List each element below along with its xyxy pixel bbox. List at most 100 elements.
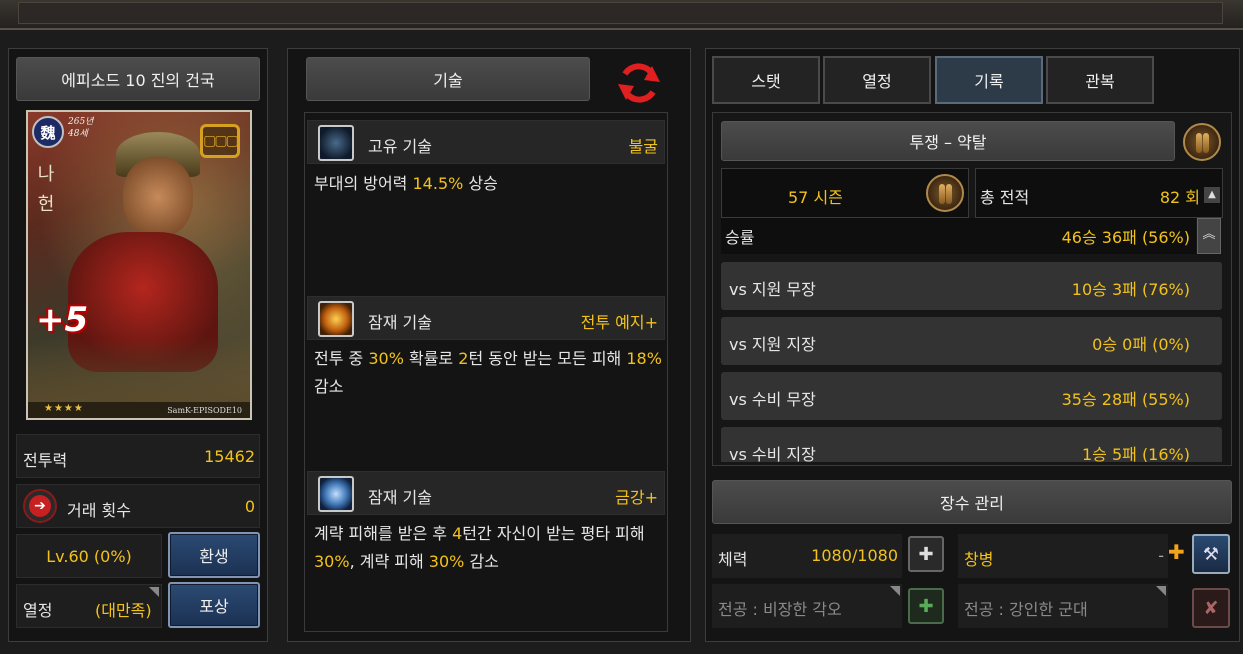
merit-2: 전공 : 강인한 군대 [964,600,1088,619]
skill-desc-potential-1: 전투 중 30% 확률로 2턴 동안 받는 모든 피해 18% 감소 [314,345,664,401]
card-years: 265년 48세 [68,117,94,139]
desc-text: 상승 [463,174,498,193]
desc-text: 전투 중 [314,349,369,368]
trade-value: 0 [244,497,255,516]
corner-marker [890,586,900,596]
win-rate-value: 46승 36패 (56%) [1061,228,1190,247]
shield-skill-icon [318,476,354,512]
enhance-level: +5 [36,300,89,340]
skill-type: 잠재 기술 [368,313,432,332]
rebirth-button[interactable]: 환생 [168,532,260,578]
hp-row: 체력 1080/1080 [712,534,902,578]
trade-row: ➔ 거래 횟수 0 [16,484,260,528]
desc-text: 감소 [464,552,499,571]
highlight-value: 2 [458,349,469,368]
tab-passion[interactable]: 열정 [823,56,931,104]
reward-button[interactable]: 포상 [168,582,260,628]
desc-text: 확률로 [403,349,459,368]
unique-skill-icon [318,125,354,161]
passion-value: (대만족) [95,601,152,620]
combat-power-row: 전투력 15462 [16,434,260,478]
trade-icon[interactable]: ➔ [23,489,57,523]
weapon-name: 창병 [964,550,994,569]
record-list[interactable]: vs 지원 무장 10승 3패 (76%) vs 지원 지장 0승 0패 (0%) … [713,256,1231,462]
skill-type: 고유 기술 [368,137,432,156]
ammo-icon[interactable] [1183,123,1221,161]
total-battles-box: 총 전적 82 회 ▲ [975,168,1223,218]
win-rate-label: 승률 [725,228,755,247]
tab-stats[interactable]: 스탯 [712,56,820,104]
level-value: Lv.60 (0%) [46,546,132,566]
desc-text: 턴 동안 받는 모든 피해 [468,349,627,368]
highlight-value: 4 [452,524,463,543]
list-item: vs 수비 지장 1승 5패 (16%) [721,427,1222,462]
manage-general-button[interactable]: 장수 관리 [712,480,1232,524]
level-box: Lv.60 (0%) [16,534,162,578]
chat-icon[interactable]: ▢▢▢ [200,124,240,158]
ammo-icon [926,174,964,212]
list-item: vs 수비 무장 35승 28패 (55%) [721,372,1222,420]
collapse-icon[interactable]: ︽ [1197,218,1221,254]
merit-row-1: 전공 : 비장한 각오 [712,584,902,628]
arena-title: 투쟁 – 약탈 [721,121,1175,161]
desc-text: 감소 [314,377,344,396]
star-rating: ★★★★ [44,403,84,414]
desc-text: 턴간 자신이 받는 평타 피해 [462,524,645,543]
desc-text: 부대의 방어력 [314,174,413,193]
skill-desc-potential-2: 계략 피해를 받은 후 4턴간 자신이 받는 평타 피해 30%, 계략 피해 … [314,520,664,576]
skill-name: 금강+ [615,488,658,507]
potential-skill-icon [318,301,354,337]
passion-label: 열정 [23,601,53,620]
weapon-dash: - [1158,546,1164,565]
merit-1: 전공 : 비장한 각오 [718,600,842,619]
highlight-value: 18% [626,349,662,368]
corner-marker [149,587,159,597]
card-signature: SamK-EPISODE10 [167,406,242,415]
skill-type: 잠재 기술 [368,488,432,507]
list-item: vs 지원 무장 10승 3패 (76%) [721,262,1222,310]
season-value: 57 시즌 [788,188,843,207]
general-name: 나헌 [37,164,55,215]
axe-icon[interactable]: ⚒ [1192,534,1230,574]
weapon-row: 창병 - [958,534,1168,578]
skill-header-potential-2[interactable]: 잠재 기술 금강+ [307,471,665,515]
top-frame [0,0,1243,30]
highlight-value: 30% [314,552,350,571]
potion-add-icon[interactable]: ✚ [908,536,944,572]
skill-header-unique[interactable]: 고유 기술 불굴 [307,120,665,164]
skill-name: 불굴 [628,137,658,156]
tab-outfit[interactable]: 관복 [1046,56,1154,104]
desc-text: , 계략 피해 [349,552,429,571]
highlight-value: 14.5% [412,174,464,193]
top-frame-inner [18,2,1223,24]
tab-skills[interactable]: 기술 [306,57,590,101]
list-item: vs 지원 지장 0승 0패 (0%) [721,317,1222,365]
card-face [123,157,193,237]
desc-text: 계략 피해를 받은 후 [314,524,453,543]
scroll-up-icon[interactable]: ▲ [1204,187,1220,203]
passion-box: 열정 (대만족) [16,584,162,628]
combat-power-label: 전투력 [23,451,68,470]
general-card[interactable]: 魏 265년 48세 나헌 ▢▢▢ +5 ★★★★ SamK-EPISODE10 [26,110,252,420]
skill-header-potential-1[interactable]: 잠재 기술 전투 예지+ [307,296,665,340]
total-battles-label: 총 전적 [980,188,1030,207]
hp-label: 체력 [718,550,748,569]
season-box: 57 시즌 [721,168,969,218]
skill-name: 전투 예지+ [580,313,658,332]
hp-value: 1080/1080 [811,546,898,565]
trade-label: 거래 횟수 [67,501,131,520]
tab-record[interactable]: 기록 [935,56,1043,104]
plus-icon[interactable]: ✚ [1168,540,1185,564]
highlight-value: 30% [428,552,465,571]
combat-power-value: 15462 [204,447,255,466]
episode-title: 에피소드 10 진의 건국 [16,57,260,101]
win-rate-row: 승률 46승 36패 (56%) [721,218,1196,254]
skill-desc-unique: 부대의 방어력 14.5% 상승 [314,170,664,198]
crossbow-icon[interactable]: ✘ [1192,588,1230,628]
refresh-icon[interactable] [616,60,662,106]
merit-add-icon[interactable]: ✚ [908,588,944,624]
kingdom-badge: 魏 [32,116,64,148]
merit-row-2: 전공 : 강인한 군대 [958,584,1168,628]
corner-marker [1156,586,1166,596]
highlight-value: 30% [368,349,404,368]
